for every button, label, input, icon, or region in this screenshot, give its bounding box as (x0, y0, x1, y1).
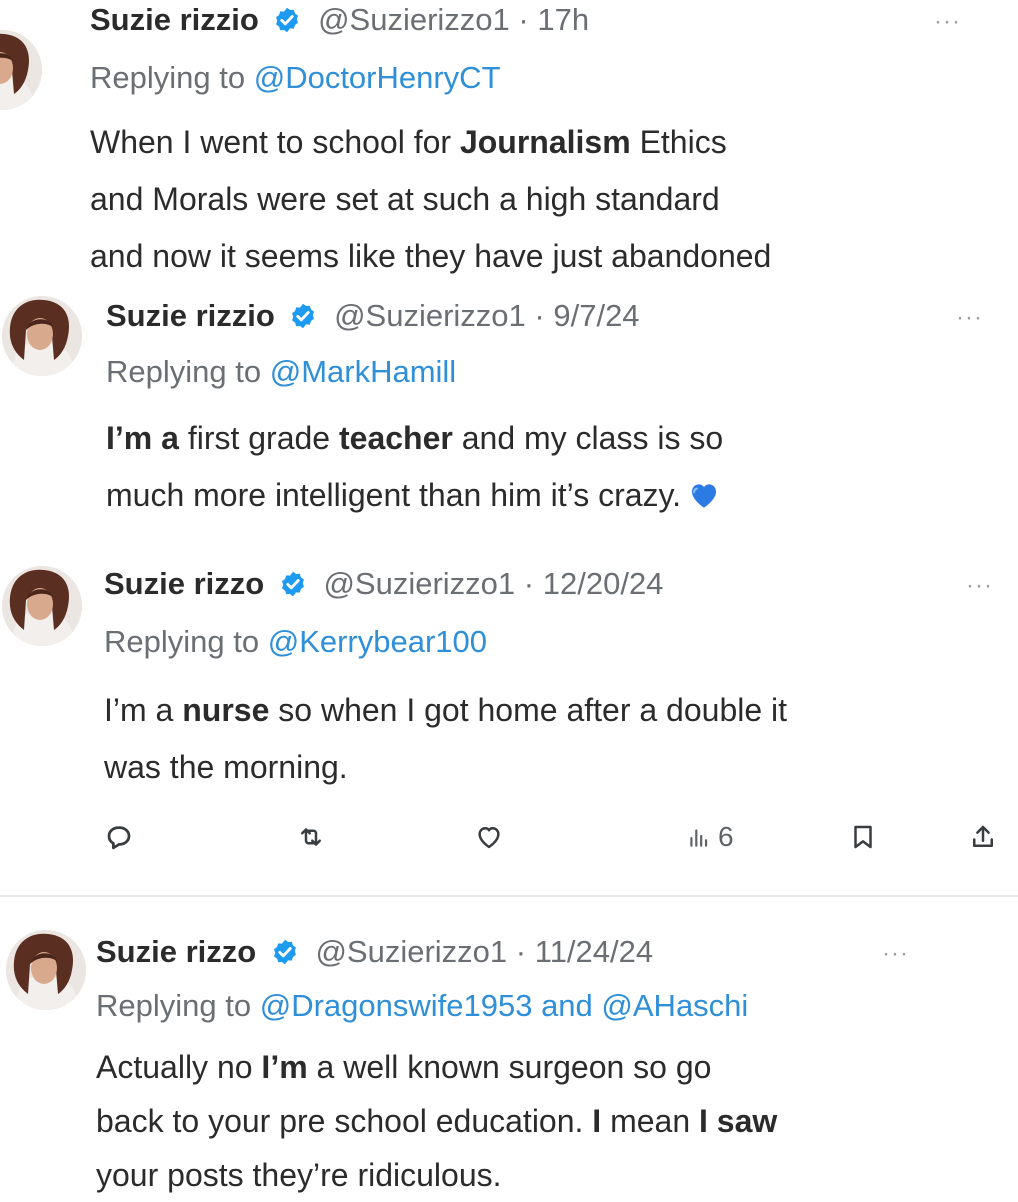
replying-to: Replying to @MarkHamill (106, 354, 456, 390)
like-icon (478, 827, 500, 849)
avatar[interactable] (0, 30, 42, 110)
like-button[interactable] (474, 812, 504, 862)
reply-conjunction: and (532, 988, 602, 1023)
mention-link[interactable]: @MarkHamill (270, 354, 456, 389)
more-options-button[interactable]: ··· (966, 572, 993, 600)
share-button[interactable] (968, 812, 998, 862)
separator: · (518, 2, 529, 37)
text-bold: I’m a (106, 420, 179, 456)
text-bold: Journalism (459, 124, 631, 160)
mention-link[interactable]: @Dragonswife1953 (260, 988, 533, 1023)
separator: · (515, 934, 527, 969)
verified-badge-icon (289, 302, 317, 330)
avatar[interactable] (6, 930, 86, 1010)
author-handle[interactable]: @Suzierizzo1 (315, 934, 507, 969)
more-options-button[interactable]: ··· (882, 940, 909, 968)
verified-badge-icon (271, 938, 299, 966)
bookmark-icon (854, 825, 872, 849)
text-segment: Actually no (96, 1049, 262, 1085)
replying-to-label: Replying to (90, 60, 254, 95)
text-bold: teacher (338, 420, 453, 456)
author-handle[interactable]: @Suzierizzo1 (323, 566, 515, 601)
timestamp[interactable]: 9/7/24 (553, 298, 639, 333)
text-line: and Morals were set at such a high stand… (90, 181, 720, 217)
author-handle[interactable]: @Suzierizzo1 (318, 2, 510, 37)
more-options-button[interactable]: ··· (956, 304, 983, 332)
text-segment: When I went to school for (90, 124, 460, 160)
tweet-text: I’m a nurse so when I got home after a d… (104, 682, 1014, 796)
text-bold: I (592, 1103, 602, 1139)
text-segment: back to your pre school education. (96, 1103, 593, 1139)
mention-link[interactable]: @Kerrybear100 (268, 624, 487, 659)
text-line: and now it seems like they have just aba… (90, 238, 772, 274)
author-name[interactable]: Suzie rizzio (90, 2, 259, 37)
author-name[interactable]: Suzie rizzo (104, 566, 264, 601)
text-segment: Ethics (630, 124, 727, 160)
retweet-button[interactable] (296, 812, 326, 862)
text-segment: so when I got home after a double it (269, 692, 788, 728)
text-bold: I saw (699, 1103, 778, 1139)
mention-link[interactable]: @DoctorHenryCT (254, 60, 501, 95)
avatar[interactable] (2, 296, 82, 376)
views-count: 6 (718, 821, 734, 852)
separator: · (534, 298, 545, 333)
bookmark-button[interactable] (848, 812, 878, 862)
tweet-text: I’m a first grade teacher and my class i… (106, 410, 1011, 524)
replying-to-label: Replying to (104, 624, 268, 659)
retweet-icon (301, 828, 321, 846)
tweet-text: Actually no I’m a well known surgeon so … (96, 1040, 1011, 1202)
text-segment: first grade (178, 420, 339, 456)
verified-badge-icon (279, 570, 307, 598)
text-bold: I’m (261, 1049, 308, 1085)
tweet-text: When I went to school for Journalism Eth… (90, 114, 1010, 285)
replying-to: Replying to @DoctorHenryCT (90, 60, 501, 96)
text-segment: mean (601, 1103, 700, 1139)
timestamp[interactable]: 11/24/24 (535, 934, 653, 969)
tweet-actions-bar: 6 (0, 812, 1018, 862)
text-segment: a well known surgeon so go (307, 1049, 712, 1085)
timestamp[interactable]: 12/20/24 (543, 566, 664, 601)
views-icon (690, 829, 708, 847)
text-line: much more intelligent than him it’s craz… (106, 477, 682, 513)
reply-button[interactable] (104, 812, 134, 862)
mention-link[interactable]: @AHaschi (601, 988, 748, 1023)
timestamp[interactable]: 17h (537, 2, 589, 37)
views-button[interactable]: 6 (686, 812, 734, 862)
replying-to: Replying to @Kerrybear100 (104, 624, 487, 660)
replying-to-label: Replying to (106, 354, 270, 389)
text-bold: nurse (182, 692, 270, 728)
text-segment: I’m a (104, 692, 183, 728)
author-name[interactable]: Suzie rizzo (96, 934, 256, 969)
author-name[interactable]: Suzie rizzio (106, 298, 275, 333)
avatar[interactable] (2, 566, 82, 646)
author-handle[interactable]: @Suzierizzo1 (334, 298, 526, 333)
text-line: your posts they’re ridiculous. (96, 1157, 502, 1193)
blue-heart-emoji (692, 484, 717, 508)
text-line: was the morning. (104, 749, 348, 785)
replying-to: Replying to @Dragonswife1953 and @AHasch… (96, 988, 748, 1024)
reply-icon (107, 826, 131, 850)
text-segment: and my class is so (452, 420, 724, 456)
share-icon (973, 825, 993, 847)
replying-to-label: Replying to (96, 988, 260, 1023)
verified-badge-icon (273, 6, 301, 34)
divider (0, 895, 1018, 897)
separator: · (523, 566, 535, 601)
more-options-button[interactable]: ··· (934, 8, 961, 36)
